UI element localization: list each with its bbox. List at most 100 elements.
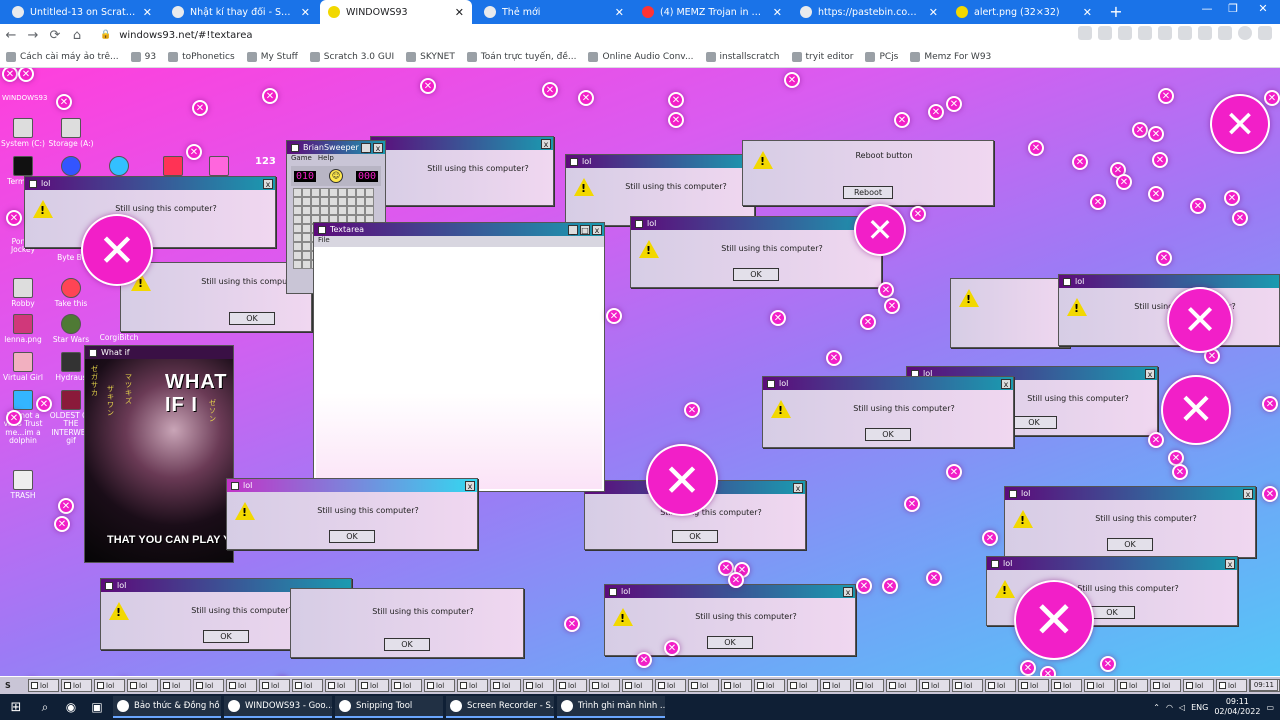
w93-task-button[interactable]: lol: [655, 679, 686, 692]
mine-cell[interactable]: [293, 251, 302, 260]
mine-cell[interactable]: [329, 206, 338, 215]
star-icon[interactable]: [1098, 26, 1112, 40]
bookmark-item[interactable]: SKYNET: [406, 51, 455, 62]
w93-task-button[interactable]: lol: [457, 679, 488, 692]
new-tab-button[interactable]: +: [1106, 2, 1126, 21]
chevron-up-icon[interactable]: ⌃: [1153, 703, 1160, 712]
back-button[interactable]: ←: [0, 28, 22, 43]
mine-cell[interactable]: [320, 197, 329, 206]
bookmark-item[interactable]: Cách cài máy ảo trê...: [6, 51, 119, 62]
w93-task-button[interactable]: lol: [787, 679, 818, 692]
bookmark-item[interactable]: Online Audio Conv...: [588, 51, 694, 62]
ok-button[interactable]: OK: [329, 530, 375, 543]
bookmark-item[interactable]: tryit editor: [791, 51, 853, 62]
w93-task-button[interactable]: lol: [391, 679, 422, 692]
mine-cell[interactable]: [356, 206, 365, 215]
windows93-desktop[interactable]: WINDOWS93 System (C:) Storage (A:) Termi…: [0, 68, 1280, 676]
desktop-icon-app[interactable]: [48, 156, 94, 178]
mine-cell[interactable]: [293, 215, 302, 224]
alert-window[interactable]: lolxStill using this computer?OK: [604, 584, 856, 656]
extension-icon[interactable]: [1138, 26, 1152, 40]
desktop-icon-virtual-girl[interactable]: Virtual Girl: [0, 352, 46, 382]
network-icon[interactable]: ◠: [1166, 703, 1173, 712]
alert-titlebar[interactable]: lol: [631, 217, 881, 230]
w93-task-button[interactable]: lol: [1117, 679, 1148, 692]
bookmark-item[interactable]: 93: [130, 51, 156, 62]
mine-cell[interactable]: [356, 197, 365, 206]
close-button[interactable]: x: [373, 142, 383, 153]
close-button[interactable]: x: [1243, 488, 1253, 499]
mine-cell[interactable]: [365, 206, 374, 215]
notification-icon[interactable]: ▭: [1266, 703, 1274, 712]
w93-task-button[interactable]: lol: [523, 679, 554, 692]
textarea-titlebar[interactable]: Textarea _ □ x: [314, 223, 604, 236]
ok-button[interactable]: OK: [384, 638, 430, 651]
taskbar-app-snipping[interactable]: Snipping Tool: [335, 696, 443, 718]
textarea-window[interactable]: Textarea _ □ x File: [313, 222, 605, 492]
w93-task-button[interactable]: lol: [754, 679, 785, 692]
minesweeper-titlebar[interactable]: BrianSweeper _ x: [287, 141, 385, 154]
mine-cell[interactable]: [365, 197, 374, 206]
mine-cell[interactable]: [302, 206, 311, 215]
w93-task-button[interactable]: lol: [490, 679, 521, 692]
bookmark-item[interactable]: Toán trực tuyến, đề...: [466, 51, 576, 62]
whatif-window[interactable]: What if ゼガサカ ザキワン マツキズ ゼソン WHAT IF I THA…: [84, 345, 234, 563]
alert-window[interactable]: lolxStill using this computer?OK: [762, 376, 1014, 448]
mine-cell[interactable]: [338, 206, 347, 215]
w93-task-button[interactable]: lol: [688, 679, 719, 692]
textarea-input[interactable]: [316, 249, 602, 489]
w93-task-button[interactable]: lol: [160, 679, 191, 692]
desktop-icon-take-this[interactable]: Take this: [48, 278, 94, 308]
close-tab-icon[interactable]: ✕: [615, 6, 624, 19]
alert-titlebar[interactable]: lol x: [25, 177, 275, 190]
ok-button[interactable]: OK: [1011, 416, 1057, 429]
taskbar-app-clock[interactable]: Bảo thức & Đồng hồ: [113, 696, 221, 718]
sidebar-icon[interactable]: [1218, 26, 1232, 40]
ok-button[interactable]: OK: [1107, 538, 1153, 551]
extension-icon[interactable]: [1118, 26, 1132, 40]
w93-task-button[interactable]: lol: [985, 679, 1016, 692]
home-button[interactable]: ⌂: [66, 28, 88, 43]
whatif-titlebar[interactable]: What if: [85, 346, 233, 359]
ok-button[interactable]: OK: [1089, 606, 1135, 619]
ok-button[interactable]: OK: [733, 268, 779, 281]
w93-task-button[interactable]: lol: [1018, 679, 1049, 692]
desktop-icon-storage[interactable]: Storage (A:): [48, 118, 94, 148]
bookmark-item[interactable]: PCjs: [865, 51, 898, 62]
alert-window[interactable]: Still using this computer?OK: [290, 588, 524, 658]
ok-button[interactable]: OK: [229, 312, 275, 325]
alert-window[interactable]: lolStill using this computer?OK: [630, 216, 882, 288]
w93-task-button[interactable]: lol: [721, 679, 752, 692]
menu-icon[interactable]: [1258, 26, 1272, 40]
tab-scratch[interactable]: Untitled-13 on Scratch ✕: [4, 0, 160, 24]
mine-cell[interactable]: [329, 188, 338, 197]
w93-task-button[interactable]: lol: [193, 679, 224, 692]
alert-titlebar[interactable]: x: [371, 137, 553, 150]
close-tab-icon[interactable]: ✕: [143, 6, 152, 19]
close-button[interactable]: x: [541, 138, 551, 149]
language-indicator[interactable]: ENG: [1191, 703, 1208, 712]
menu-game[interactable]: Game: [291, 154, 312, 164]
w93-task-button[interactable]: lol: [358, 679, 389, 692]
alert-titlebar[interactable]: lol x: [227, 479, 477, 492]
share-icon[interactable]: [1078, 26, 1092, 40]
apps-icon[interactable]: ▣: [84, 700, 110, 714]
alert-titlebar[interactable]: lol: [566, 155, 754, 168]
bookmark-item[interactable]: My Stuff: [246, 51, 298, 62]
w93-task-button[interactable]: lol: [919, 679, 950, 692]
w93-task-button[interactable]: lol: [61, 679, 92, 692]
mine-cell[interactable]: [311, 206, 320, 215]
taskbar-clock[interactable]: 09:11 02/04/2022: [1214, 697, 1260, 717]
mine-cell[interactable]: [338, 188, 347, 197]
close-window-button[interactable]: ✕: [1252, 2, 1274, 15]
desktop-icon-corgi[interactable]: CorgiBitch: [96, 333, 142, 342]
tab-changelog[interactable]: Nhật kí thay đổi - Scratch Addo✕: [164, 0, 318, 24]
w93-task-button[interactable]: lol: [94, 679, 125, 692]
ok-button[interactable]: OK: [203, 630, 249, 643]
alert-titlebar[interactable]: lol: [1059, 275, 1279, 288]
menu-file[interactable]: File: [318, 236, 330, 244]
w93-task-button[interactable]: lol: [1150, 679, 1181, 692]
alert-titlebar[interactable]: lol x: [1005, 487, 1255, 500]
close-tab-icon[interactable]: ✕: [455, 6, 464, 19]
close-button[interactable]: x: [592, 224, 602, 235]
